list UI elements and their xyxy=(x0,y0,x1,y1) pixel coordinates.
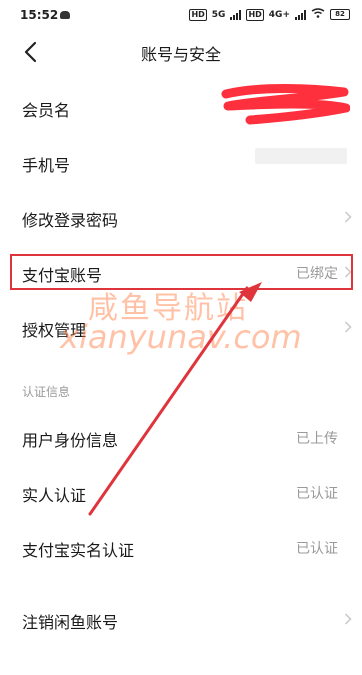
hd-badge: HD xyxy=(189,8,207,21)
row-identity-info[interactable]: 用户身份信息 已上传 xyxy=(0,414,362,460)
row-label: 注销闲鱼账号 xyxy=(22,613,119,632)
nav-bar: 账号与安全 xyxy=(0,30,362,74)
status-bar: 15:52 HD 5G HD 4G+ 82 xyxy=(0,0,362,30)
wifi-icon xyxy=(311,8,325,21)
section-header: 认证信息 xyxy=(22,385,71,399)
row-label: 会员名 xyxy=(22,101,71,120)
page-title: 账号与安全 xyxy=(140,45,221,64)
row-status: 已认证 xyxy=(296,541,338,557)
row-label: 手机号 xyxy=(22,156,71,175)
row-real-person-auth[interactable]: 实人认证 已认证 xyxy=(0,469,362,515)
battery-icon: 82 xyxy=(330,9,350,20)
row-status: 已认证 xyxy=(296,486,338,502)
row-label: 实人认证 xyxy=(22,486,87,505)
status-icons: HD 5G HD 4G+ 82 xyxy=(189,8,350,21)
row-label: 修改登录密码 xyxy=(22,211,119,230)
chevron-right-icon xyxy=(344,611,352,625)
row-cancel-account[interactable]: 注销闲鱼账号 xyxy=(0,596,362,642)
notification-icon xyxy=(60,11,70,19)
redacted-phone-value xyxy=(255,148,347,164)
chevron-right-icon xyxy=(344,209,352,223)
row-change-password[interactable]: 修改登录密码 xyxy=(0,194,362,240)
row-alipay-realname[interactable]: 支付宝实名认证 已认证 xyxy=(0,524,362,570)
redaction-scribble xyxy=(221,84,350,125)
row-status: 已上传 xyxy=(296,431,338,447)
chevron-right-icon xyxy=(344,319,352,333)
watermark-url: xianyunav.com xyxy=(60,318,302,356)
signal-icon-2 xyxy=(295,9,306,20)
network-label-5g: 5G xyxy=(211,9,226,20)
signal-icon xyxy=(230,9,242,20)
status-time: 15:52 xyxy=(20,8,59,22)
row-label: 支付宝实名认证 xyxy=(22,541,135,560)
row-label: 用户身份信息 xyxy=(22,431,119,450)
network-label-4g: 4G+ xyxy=(268,9,290,20)
hd-badge-2: HD xyxy=(246,8,264,21)
